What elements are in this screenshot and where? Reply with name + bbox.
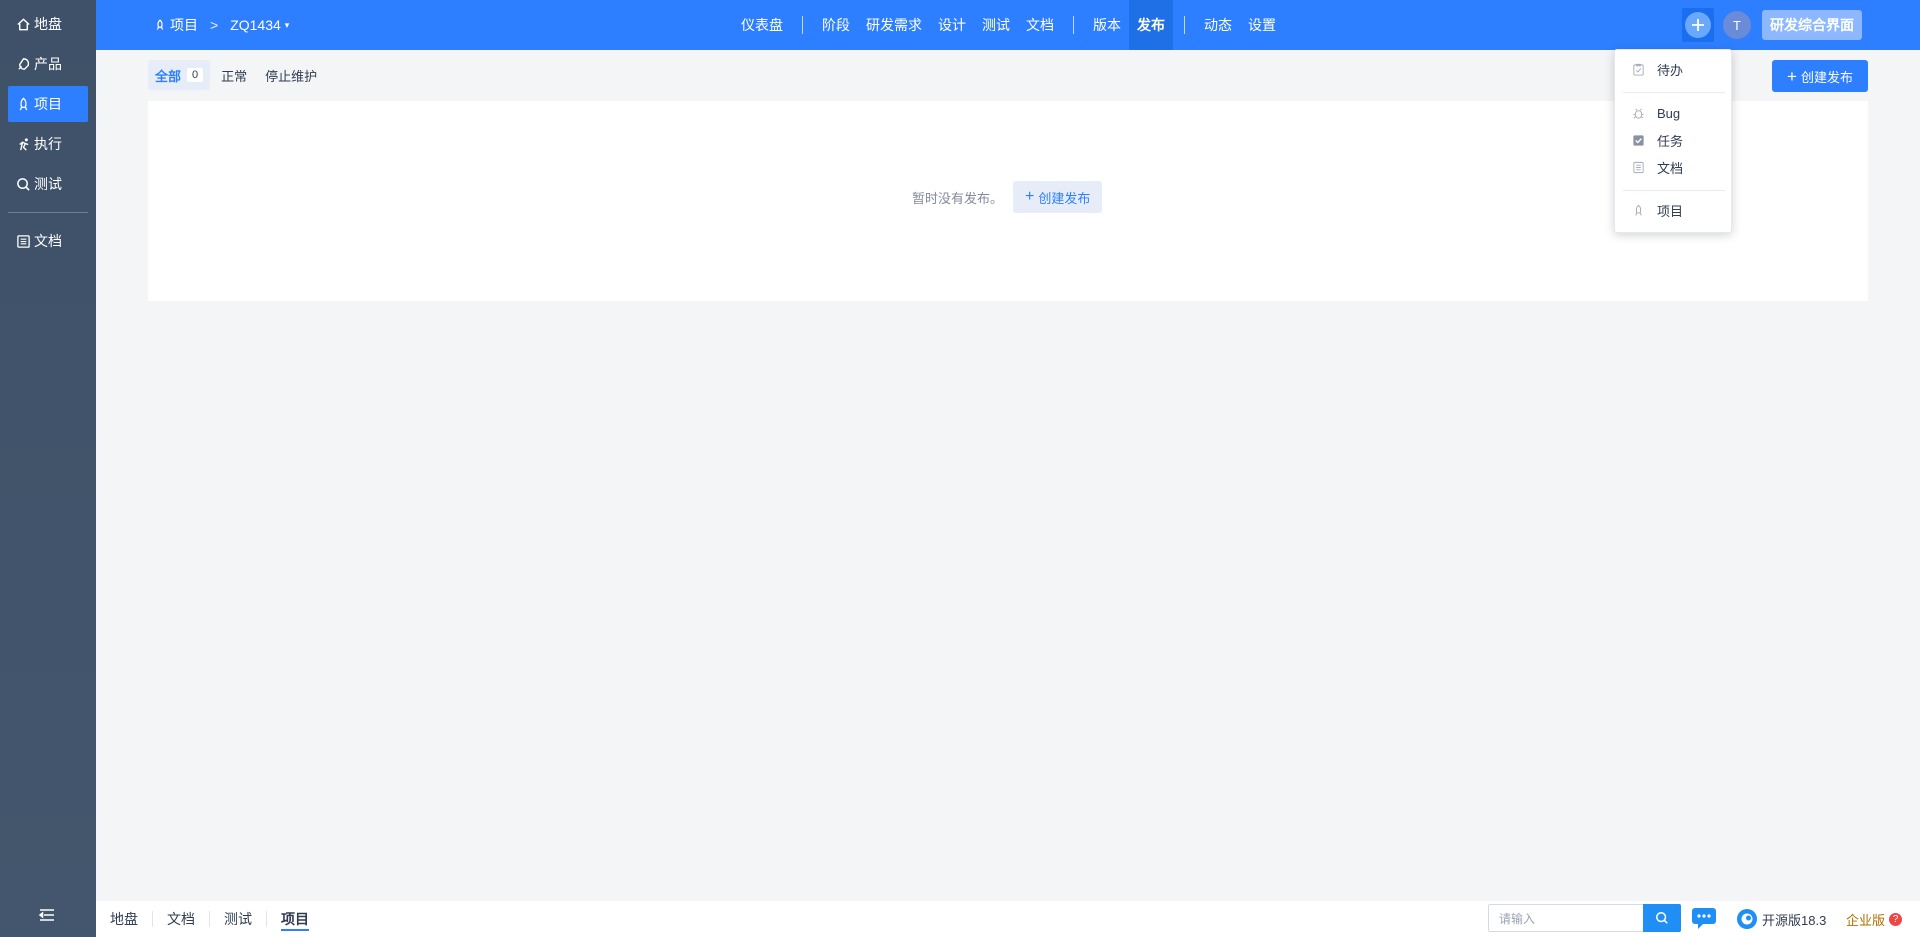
breadcrumb-root[interactable]: 项目 — [154, 15, 198, 35]
menu-item-doc[interactable]: 文档 — [1615, 154, 1733, 180]
menu-item-task[interactable]: 任务 — [1615, 127, 1733, 153]
tab-all-label: 全部 — [155, 68, 182, 84]
menu-item-todo[interactable]: 待办 — [1615, 56, 1733, 82]
sidebar-item-dashboard[interactable]: 地盘 — [8, 6, 88, 42]
top-header: 项目 > ZQ1434 ▾ 仪表盘 阶段 研发需求 设计 测试 文档 版本 发布… — [96, 0, 1920, 50]
nav-divider — [1073, 16, 1074, 34]
project-switcher[interactable]: ZQ1434 ▾ — [230, 17, 289, 33]
footer-link-project[interactable]: 项目 — [267, 911, 323, 931]
sidebar-item-label: 地盘 — [34, 16, 62, 32]
sidebar-item-execution[interactable]: 执行 — [8, 126, 88, 162]
search-icon — [1655, 911, 1668, 924]
avatar[interactable]: T — [1723, 11, 1751, 39]
footer-breadcrumb: 地盘 文档 测试 项目 — [96, 901, 323, 937]
collapse-menu-icon[interactable] — [38, 906, 58, 926]
footer-link-doc[interactable]: 文档 — [153, 911, 210, 927]
sidebar-item-product[interactable]: 产品 — [8, 46, 88, 82]
menu-divider — [1623, 190, 1725, 191]
version-info: 开源版18.3 — [1736, 901, 1826, 937]
tab-dashboard[interactable]: 仪表盘 — [733, 0, 791, 50]
breadcrumb-separator: > — [210, 17, 219, 33]
quick-create-menu: 待办 Bug 任务 文档 项目 — [1614, 49, 1732, 233]
nav-divider — [802, 16, 803, 34]
breadcrumb-current: ZQ1434 — [230, 17, 281, 33]
tab-design[interactable]: 设计 — [930, 0, 974, 50]
chevron-down-icon: ▾ — [284, 19, 290, 30]
sidebar-item-test[interactable]: 测试 — [8, 166, 88, 202]
sidebar-item-project[interactable]: 项目 — [8, 86, 88, 122]
menu-item-label: Bug — [1657, 105, 1681, 121]
home-icon — [14, 15, 32, 33]
tab-terminated[interactable]: 停止维护 — [258, 60, 324, 90]
project-icon — [154, 19, 166, 31]
tab-normal[interactable]: 正常 — [214, 60, 254, 90]
menu-item-label: 项目 — [1657, 203, 1684, 219]
menu-item-project[interactable]: 项目 — [1615, 197, 1733, 223]
plus-icon: + — [1787, 66, 1797, 86]
empty-message: 暂时没有发布。 — [912, 190, 1004, 206]
menu-item-label: 文档 — [1657, 160, 1684, 176]
tab-release[interactable]: 发布 — [1129, 0, 1173, 50]
doc-icon — [1631, 160, 1645, 174]
tab-test[interactable]: 测试 — [974, 0, 1018, 50]
bug-icon — [1631, 106, 1645, 120]
release-list-panel: 暂时没有发布。 + 创建发布 — [148, 101, 1868, 301]
tab-build[interactable]: 版本 — [1085, 0, 1129, 50]
execution-icon — [14, 135, 32, 153]
footer-link-test[interactable]: 测试 — [210, 911, 267, 927]
zentao-logo-icon — [1737, 909, 1757, 929]
project-icon — [14, 95, 32, 113]
sidebar: 地盘 产品 项目 执行 测试 文档 — [0, 0, 96, 937]
menu-item-bug[interactable]: Bug — [1615, 100, 1733, 126]
task-icon — [1631, 133, 1645, 147]
plus-icon: + — [1025, 188, 1035, 205]
breadcrumb-root-label: 项目 — [170, 17, 198, 33]
footer-bar: 地盘 文档 测试 项目 请输入 开源版18.3 企业版 ? — [96, 901, 1920, 937]
upgrade-badge: ? — [1889, 912, 1903, 926]
test-icon — [14, 175, 32, 193]
breadcrumb: 项目 > ZQ1434 ▾ — [154, 0, 289, 50]
product-icon — [14, 55, 32, 73]
enterprise-label: 企业版 — [1846, 912, 1886, 928]
sidebar-item-label: 执行 — [34, 136, 62, 152]
todo-icon — [1631, 62, 1645, 76]
tab-settings[interactable]: 设置 — [1240, 0, 1284, 50]
menu-item-label: 待办 — [1657, 62, 1684, 78]
sidebar-item-label: 文档 — [34, 233, 62, 249]
doc-icon — [14, 232, 32, 250]
quick-create-button[interactable] — [1682, 8, 1714, 42]
enterprise-upgrade-link[interactable]: 企业版 ? — [1846, 901, 1903, 937]
menu-item-label: 任务 — [1657, 133, 1684, 149]
interface-mode-button[interactable]: 研发综合界面 — [1762, 10, 1862, 40]
search-input[interactable]: 请输入 — [1488, 904, 1644, 932]
tab-doc[interactable]: 文档 — [1018, 0, 1062, 50]
empty-create-label: 创建发布 — [1038, 190, 1091, 206]
tab-stage[interactable]: 阶段 — [814, 0, 858, 50]
sidebar-item-label: 测试 — [34, 176, 62, 192]
create-release-button[interactable]: + 创建发布 — [1772, 60, 1868, 92]
plus-icon — [1685, 12, 1711, 38]
search-button[interactable] — [1643, 904, 1681, 932]
footer-link-dashboard[interactable]: 地盘 — [96, 911, 153, 927]
sidebar-item-label: 项目 — [34, 96, 62, 112]
empty-create-release-button[interactable]: + 创建发布 — [1013, 181, 1103, 213]
tab-all[interactable]: 全部 0 — [148, 60, 211, 90]
count-badge: 0 — [187, 68, 204, 82]
empty-state: 暂时没有发布。 + 创建发布 — [912, 181, 1103, 213]
tab-requirements[interactable]: 研发需求 — [858, 0, 930, 50]
chat-icon[interactable] — [1690, 906, 1718, 930]
main-nav: 仪表盘 阶段 研发需求 设计 测试 文档 版本 发布 动态 设置 — [733, 0, 1284, 50]
sidebar-item-doc[interactable]: 文档 — [8, 223, 88, 259]
nav-divider — [1184, 16, 1185, 34]
status-tabs: 全部 0 正常 停止维护 — [148, 60, 328, 90]
version-label: 开源版18.3 — [1762, 912, 1827, 928]
sidebar-divider — [8, 212, 88, 213]
create-release-label: 创建发布 — [1800, 69, 1853, 85]
menu-divider — [1623, 92, 1725, 93]
project-icon — [1631, 203, 1645, 217]
tab-dynamic[interactable]: 动态 — [1196, 0, 1240, 50]
sidebar-item-label: 产品 — [34, 56, 62, 72]
